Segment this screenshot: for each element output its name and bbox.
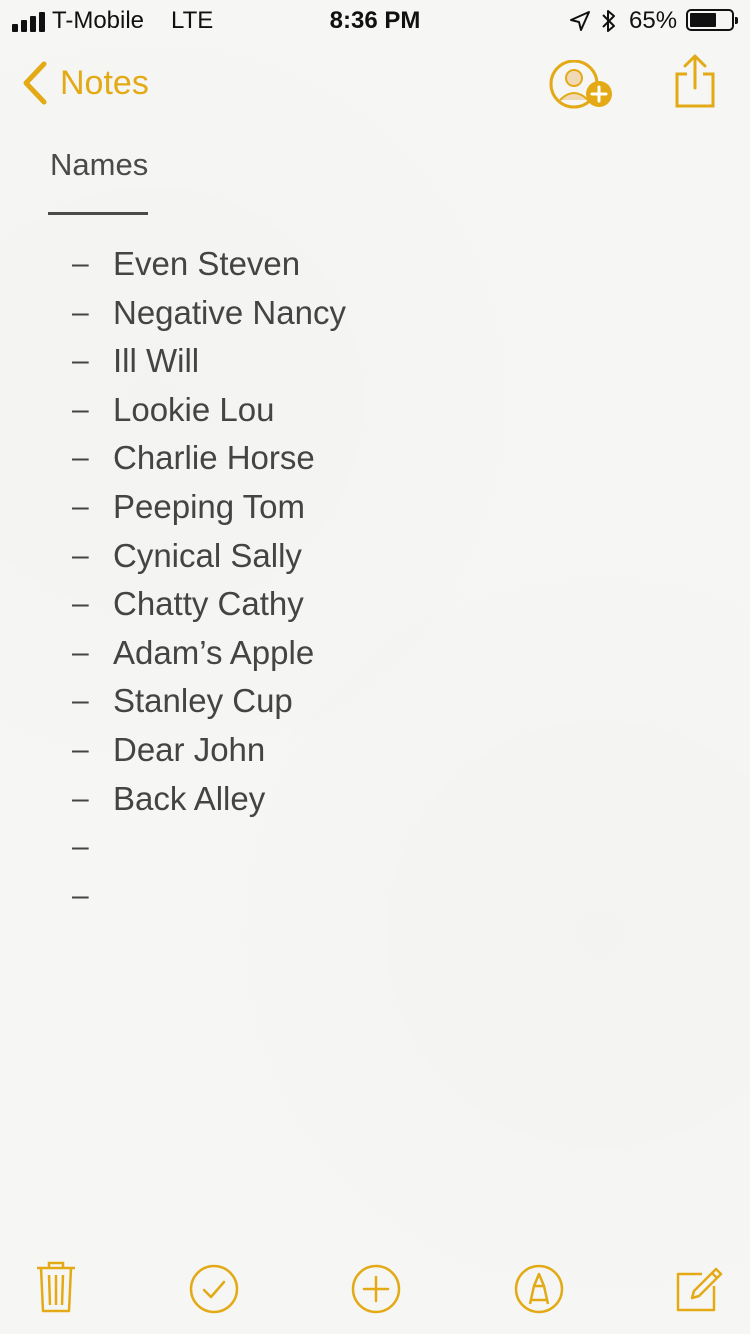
add-person-icon[interactable]	[548, 60, 618, 112]
markup-button[interactable]	[514, 1264, 564, 1314]
list-item-text: Adam’s Apple	[113, 633, 315, 671]
list-dash: –	[72, 441, 89, 475]
compose-icon	[676, 1267, 723, 1312]
plus-circle-icon	[351, 1264, 401, 1314]
list-item-text: Chatty Cathy	[113, 585, 304, 623]
battery-percent: 65%	[629, 7, 678, 34]
list-dash: –	[72, 392, 89, 426]
list-dash: –	[72, 878, 89, 912]
list-dash: –	[72, 587, 89, 621]
list-dash: –	[72, 538, 89, 572]
delete-button[interactable]	[35, 1260, 77, 1314]
status-bar: T-Mobile LTE 8:36 PM 65%	[0, 0, 750, 40]
checklist-button[interactable]	[189, 1264, 239, 1314]
trash-icon	[37, 1261, 75, 1313]
list-item-text: Ill Will	[113, 342, 200, 380]
list-dash: –	[72, 781, 89, 815]
list-item-text: Negative Nancy	[113, 293, 346, 331]
notes-screen: T-Mobile LTE 8:36 PM 65% Notes Names – E…	[0, 0, 750, 1334]
list-item-text: Charlie Horse	[113, 439, 315, 477]
list-dash: –	[72, 295, 89, 329]
note-title[interactable]: Names	[50, 147, 148, 183]
battery-fill	[690, 13, 716, 27]
back-button[interactable]: Notes	[20, 60, 149, 106]
bottom-toolbar	[0, 1260, 750, 1320]
list-dash: –	[72, 635, 89, 669]
list-item-text: Lookie Lou	[113, 390, 275, 428]
title-underline	[48, 212, 148, 215]
battery-icon	[686, 9, 738, 31]
list-item-text: Cynical Sally	[113, 536, 302, 574]
list-dash: –	[72, 344, 89, 378]
checkmark-circle-icon	[189, 1264, 239, 1314]
list-dash: –	[72, 489, 89, 523]
bluetooth-icon	[602, 10, 615, 32]
list-item-text: Even Steven	[113, 245, 301, 282]
list-dash: –	[72, 247, 89, 280]
pen-circle-icon	[514, 1264, 564, 1314]
list-item-text: Dear John	[113, 730, 266, 768]
list-dash: –	[72, 830, 89, 864]
add-button[interactable]	[351, 1264, 401, 1314]
compose-button[interactable]	[674, 1264, 724, 1314]
list-item-text: Stanley Cup	[113, 682, 293, 720]
list-dash: –	[72, 732, 89, 766]
back-button-label: Notes	[60, 63, 149, 102]
list-item-text: Back Alley	[113, 779, 266, 817]
list-item-text: Peeping Tom	[113, 487, 306, 525]
chevron-left-icon	[23, 61, 47, 105]
list-dash: –	[72, 684, 89, 718]
location-arrow-icon	[570, 11, 590, 31]
share-icon[interactable]	[672, 54, 718, 110]
